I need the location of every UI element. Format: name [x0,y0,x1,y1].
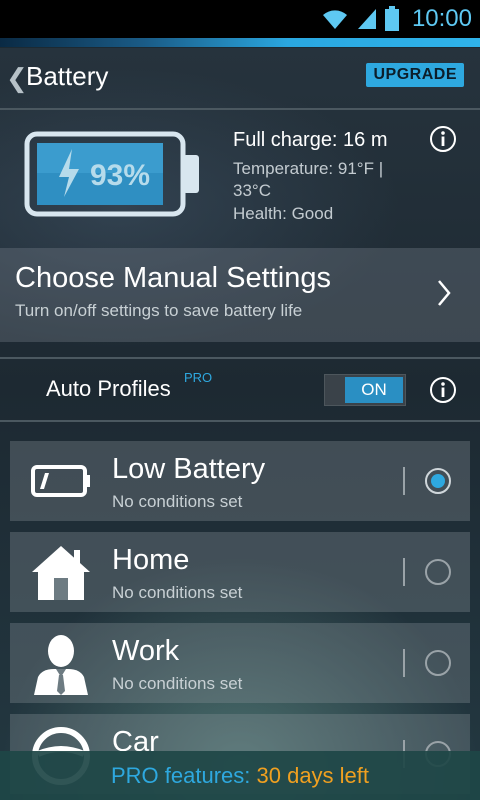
profile-card-low-battery[interactable]: Low Battery No conditions set [10,441,470,521]
profile-name: Low Battery [112,453,266,485]
clock: 10:00 [411,5,472,32]
person-icon [34,635,88,695]
toggle-on-label: ON [345,377,403,403]
manual-settings-title: Choose Manual Settings [15,262,331,294]
profile-radio[interactable] [425,468,451,494]
divider [0,108,480,110]
profile-conditions: No conditions set [112,583,243,602]
pro-badge: PRO [184,370,213,385]
profile-card-home[interactable]: Home No conditions set [10,532,470,612]
low-battery-icon [31,465,90,497]
upgrade-button[interactable]: UPGRADE [366,63,464,87]
health-text: Health: Good [233,204,334,223]
separator [403,467,405,495]
manual-settings-row[interactable]: Choose Manual Settings Turn on/off setti… [0,248,480,342]
info-icon[interactable] [429,125,457,153]
wifi-icon [322,10,347,29]
manual-settings-subtitle: Turn on/off settings to save battery lif… [15,301,303,320]
divider [0,357,480,359]
profile-radio[interactable] [425,559,451,585]
app-header: ❮ Battery UPGRADE [0,47,480,109]
profile-card-work[interactable]: Work No conditions set [10,623,470,703]
pro-features-banner[interactable]: PRO features: 30 days left [0,751,480,800]
page-title[interactable]: Battery [26,61,108,92]
status-bar: 10:00 [0,0,480,38]
profile-conditions: No conditions set [112,674,243,693]
profile-radio[interactable] [425,650,451,676]
chevron-right-icon [438,280,451,306]
profile-name: Home [112,544,190,576]
days-left-label: 30 days left [256,763,370,788]
home-icon [32,546,90,600]
separator [403,558,405,586]
full-charge-text: Full charge: 16 m [233,129,388,151]
signal-icon [357,9,376,29]
battery-icon [384,6,399,31]
profile-conditions: No conditions set [112,492,243,511]
auto-profiles-toggle[interactable]: ON [324,374,406,406]
auto-profiles-label: Auto Profiles [46,376,171,401]
accent-bar [0,38,480,47]
chevron-left-icon[interactable]: ❮ [6,63,28,94]
temperature-text: Temperature: 91°F | 33°C [233,159,384,200]
battery-level-icon: 93% [24,131,199,217]
separator [403,649,405,677]
info-icon[interactable] [429,376,457,404]
pro-features-label: PRO features: [110,763,251,788]
profile-name: Work [112,635,180,667]
divider [0,420,480,422]
battery-percent-label: 93% [90,159,150,192]
